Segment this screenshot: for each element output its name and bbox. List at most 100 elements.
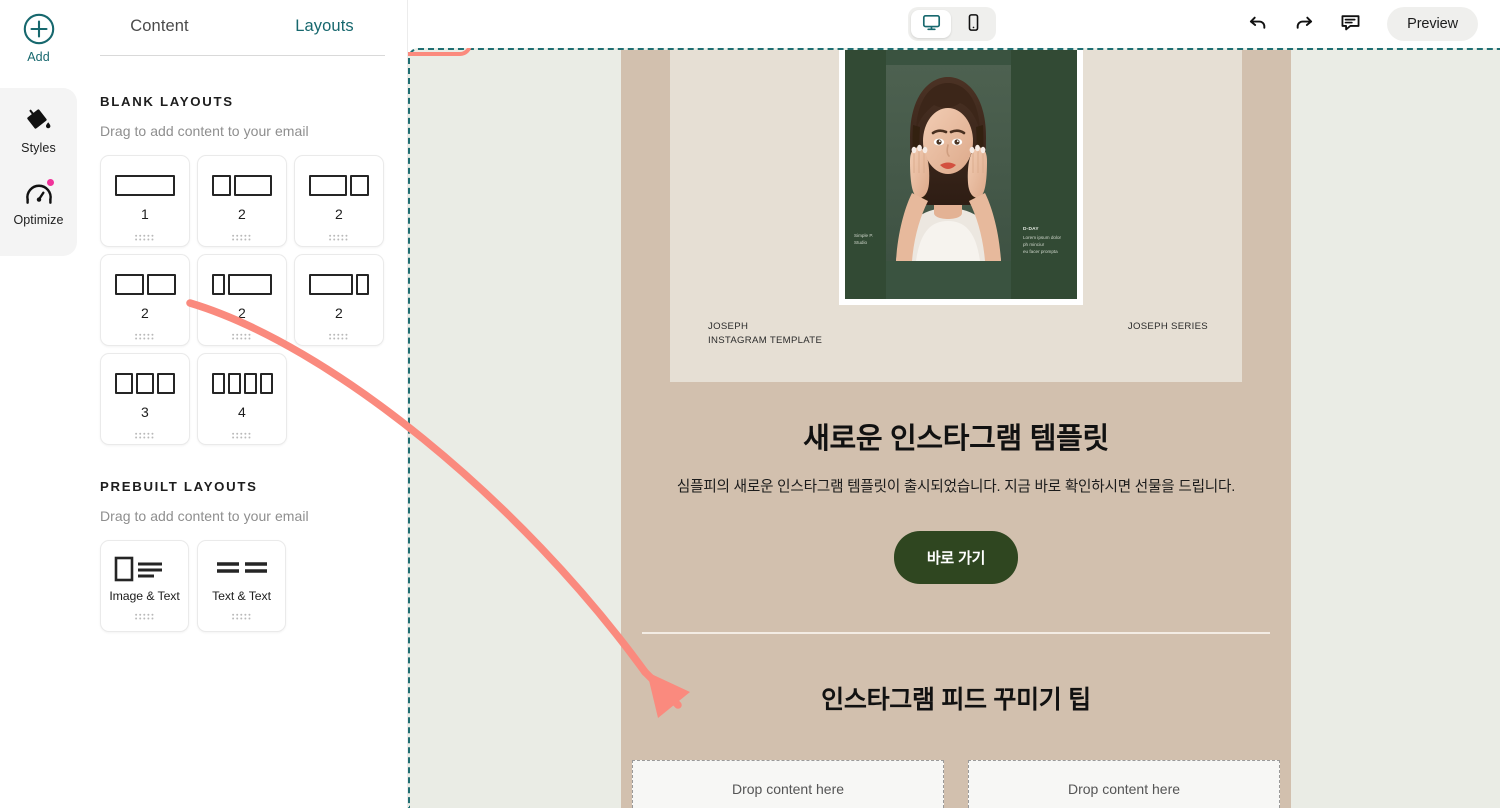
prebuilt-tile-0[interactable]: Image & Text <box>100 540 189 632</box>
poster-studio-text: Simple P. Studio <box>854 233 874 246</box>
layout-diagram-icon <box>211 371 273 395</box>
layout-column-count: 2 <box>238 305 246 321</box>
device-toggle-group <box>908 7 996 41</box>
drag-handle-icon[interactable] <box>134 427 156 439</box>
layout-tile-1-col-0[interactable]: 1 <box>100 155 190 247</box>
device-desktop-button[interactable] <box>911 10 951 38</box>
panel-tabs: Content Layouts <box>77 0 407 56</box>
drag-handle-icon[interactable] <box>134 229 156 241</box>
layout-column-box <box>309 273 353 295</box>
comment-bubble-icon <box>1339 11 1362 37</box>
redo-arrow-icon <box>1293 12 1315 37</box>
layout-tile-3-col-6[interactable]: 3 <box>100 353 190 445</box>
blank-layouts-subtitle: Drag to add content to your email <box>100 123 309 139</box>
text-and-text-icon <box>211 557 273 581</box>
tabs-underline <box>100 55 385 56</box>
layout-diagram-icon <box>115 173 175 197</box>
prebuilt-tile-caption: Text & Text <box>212 589 271 603</box>
cta-wrapper: 바로 가기 <box>621 531 1291 584</box>
layout-column-count: 1 <box>141 206 149 222</box>
layout-column-count: 4 <box>238 404 246 420</box>
optimize-gauge-icon <box>24 177 56 208</box>
layout-column-box <box>146 273 176 295</box>
rail-item-styles-label: Styles <box>21 141 56 155</box>
layout-column-box <box>212 174 231 196</box>
prebuilt-tile-1[interactable]: Text & Text <box>197 540 286 632</box>
email-body: NEW COLLABS JOSEPH Simple P. Studio D-DA… <box>621 50 1291 808</box>
drag-handle-icon[interactable] <box>328 328 350 340</box>
rail-item-optimize-label: Optimize <box>13 213 64 227</box>
toolbar-actions: Preview <box>1245 7 1478 41</box>
section-divider <box>642 632 1270 634</box>
layout-tile-2-col-2[interactable]: 2 <box>294 155 384 247</box>
layout-column-count: 2 <box>335 305 343 321</box>
rail-item-add[interactable]: Add <box>0 12 77 64</box>
prebuilt-layouts-title: PREBUILT LAYOUTS <box>100 479 258 494</box>
drag-handle-icon[interactable] <box>134 608 156 620</box>
tab-layouts[interactable]: Layouts <box>242 0 407 56</box>
prebuilt-tile-caption: Image & Text <box>109 589 180 603</box>
layout-diagram-icon <box>115 371 175 395</box>
layout-diagram-icon <box>114 272 176 296</box>
email-subtext[interactable]: 심플피의 새로운 인스타그램 템플릿이 출시되었습니다. 지금 바로 확인하시면… <box>621 475 1291 496</box>
layout-tile-2-col-1[interactable]: 2 <box>197 155 287 247</box>
layout-column-box <box>211 372 225 394</box>
cta-button[interactable]: 바로 가기 <box>893 531 1019 584</box>
dropzone-right[interactable]: Drop content here <box>968 760 1280 808</box>
poster-dday-title: D-DAY <box>1023 227 1039 233</box>
hero-image-block[interactable]: NEW COLLABS JOSEPH Simple P. Studio D-DA… <box>670 50 1242 382</box>
layout-diagram-icon <box>212 272 272 296</box>
hero-caption-left: JOSEPH INSTAGRAM TEMPLATE <box>708 320 822 348</box>
layout-column-count: 2 <box>335 206 343 222</box>
undo-button[interactable] <box>1245 10 1271 38</box>
layout-column-box <box>115 174 175 196</box>
layout-tile-2-col-3[interactable]: 2 <box>100 254 190 346</box>
layout-column-count: 2 <box>141 305 149 321</box>
tab-content[interactable]: Content <box>77 0 242 56</box>
email-headline-secondary[interactable]: 인스타그램 피드 꾸미기 팁 <box>621 680 1291 716</box>
drag-handle-icon[interactable] <box>231 608 253 620</box>
phone-icon <box>963 12 984 36</box>
drag-handle-icon[interactable] <box>231 328 253 340</box>
drag-handle-icon[interactable] <box>231 427 253 439</box>
comments-button[interactable] <box>1337 10 1363 38</box>
layout-column-box <box>228 273 272 295</box>
poster-dday-block: D-DAY Lorem ipsum dolor ph minciur eu fa… <box>1023 225 1071 255</box>
layout-diagram-icon <box>309 173 369 197</box>
prebuilt-layouts-grid: Image & Text Text & Text <box>100 540 392 632</box>
layout-column-box <box>114 273 144 295</box>
rail-item-styles[interactable]: Styles <box>0 106 77 155</box>
hero-caption-right: JOSEPH SERIES <box>1127 321 1208 332</box>
image-and-text-icon <box>114 556 176 582</box>
layout-column-box <box>136 372 154 394</box>
layouts-panel: Content Layouts BLANK LAYOUTS Drag to ad… <box>77 0 408 808</box>
rail-item-optimize[interactable]: Optimize <box>0 177 77 227</box>
layout-diagram-icon <box>309 272 369 296</box>
prebuilt-layouts-subtitle: Drag to add content to your email <box>100 508 309 524</box>
email-headline[interactable]: 새로운 인스타그램 템플릿 <box>621 415 1291 457</box>
layout-column-box <box>227 372 241 394</box>
left-icon-rail: Add Styles Optimize <box>0 0 77 808</box>
hero-caption-left-line1: JOSEPH <box>708 321 749 333</box>
poster-dday-body: Lorem ipsum dolor ph minciur eu facer pr… <box>1023 234 1062 254</box>
dropzone-left[interactable]: Drop content here <box>632 760 944 808</box>
layout-tile-4-col-7[interactable]: 4 <box>197 353 287 445</box>
device-mobile-button[interactable] <box>953 10 993 38</box>
undo-arrow-icon <box>1247 12 1269 37</box>
layout-column-box <box>157 372 175 394</box>
optimize-notification-badge <box>44 177 56 188</box>
drag-handle-icon[interactable] <box>231 229 253 241</box>
preview-button[interactable]: Preview <box>1387 7 1478 41</box>
redo-button[interactable] <box>1291 10 1317 38</box>
drag-handle-icon[interactable] <box>328 229 350 241</box>
model-photo <box>886 65 1011 261</box>
paint-bucket-icon <box>24 106 54 136</box>
blank-layouts-grid: 1 2 2 2 2 2 3 4 <box>100 155 392 445</box>
layout-diagram-icon <box>212 173 272 197</box>
layout-tile-2-col-4[interactable]: 2 <box>197 254 287 346</box>
layout-tile-2-col-5[interactable]: 2 <box>294 254 384 346</box>
layout-column-box <box>356 273 369 295</box>
drag-handle-icon[interactable] <box>134 328 156 340</box>
monitor-icon <box>921 12 942 36</box>
email-builder-app: Add Styles Optimize Content Layouts BLAN… <box>0 0 1500 808</box>
